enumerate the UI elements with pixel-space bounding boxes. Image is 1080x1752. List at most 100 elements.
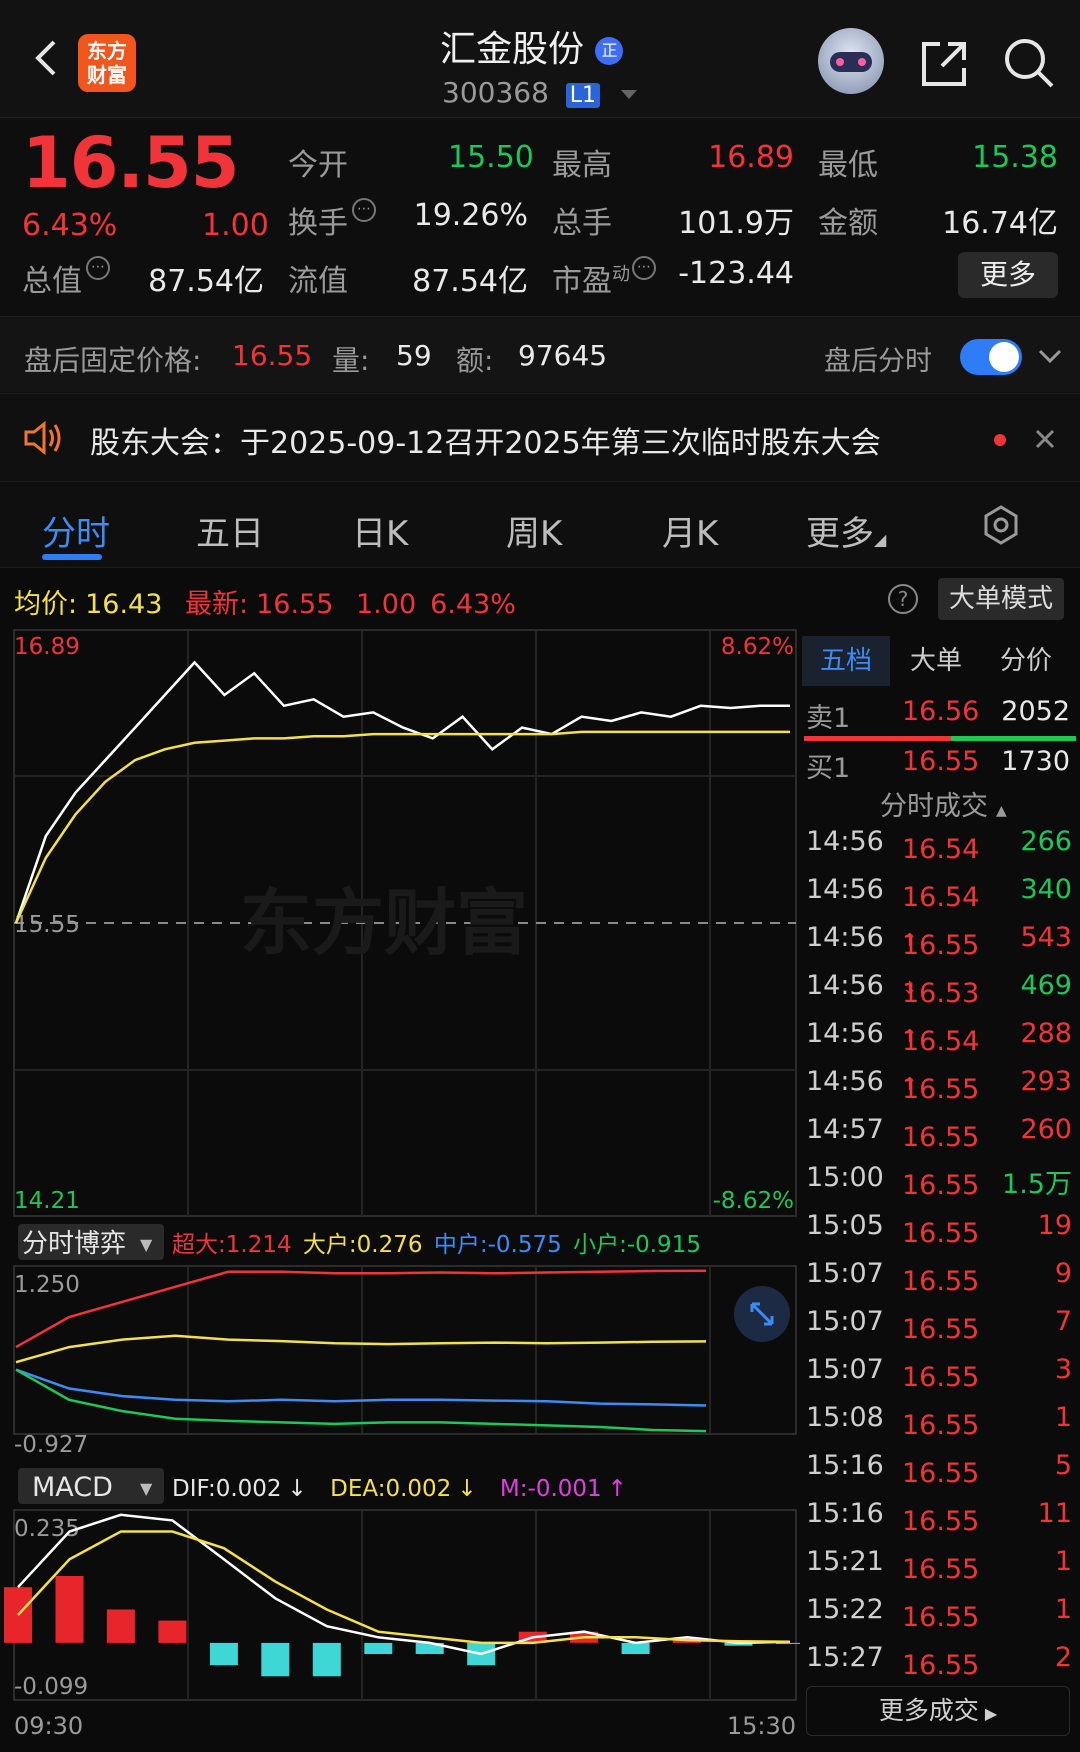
stock-name: 汇金股份 正	[440, 20, 624, 72]
trade-volume: 5	[1054, 1450, 1072, 1481]
svg-text:▼: ▼	[140, 1479, 153, 1498]
tab-five-day[interactable]: 五日	[196, 506, 264, 555]
trade-volume: 1	[1054, 1402, 1072, 1433]
tab-daily-k[interactable]: 日K	[352, 506, 408, 555]
trade-time: 15:27	[806, 1642, 884, 1673]
trade-time: 15:07	[806, 1258, 884, 1289]
back-icon[interactable]	[30, 38, 60, 78]
stock-code-row: 300368 L1	[442, 76, 637, 109]
chart-info-bar: 均价: 16.43 最新: 16.55 1.00 6.43% ? 大单模式	[0, 572, 1080, 628]
turnover-label: 换手 ⋯	[288, 198, 376, 242]
watermark: 东方财富	[240, 881, 528, 965]
order-book-tab-price[interactable]: 分价	[982, 636, 1070, 686]
notice-text: 股东大会：于2025-09-12召开2025年第三次临时股东大会	[90, 426, 881, 461]
trade-time: 15:08	[806, 1402, 884, 1433]
macd-bar	[55, 1576, 84, 1643]
svg-text:▼: ▼	[140, 1235, 153, 1254]
y-axis-bottom-label: 14.21	[14, 1188, 80, 1214]
float-cap-label: 流值	[288, 264, 348, 299]
trade-volume: 260	[1020, 1114, 1072, 1145]
trade-volume: 1	[1054, 1546, 1072, 1577]
after-hours-amt: 97645	[518, 339, 608, 372]
search-icon[interactable]	[1002, 36, 1056, 90]
macd-bar	[621, 1642, 650, 1654]
trade-volume: 7	[1054, 1306, 1072, 1337]
charts-area[interactable]: 东方财富 16.89 15.55 14.21 8.62% -8.62% 分时博弈…	[0, 628, 800, 1752]
macd-bar	[106, 1609, 135, 1643]
macd-bar	[364, 1642, 393, 1654]
verified-badge: 正	[595, 37, 624, 65]
trade-volume: 1	[1054, 1594, 1072, 1625]
trade-volume: 11	[1037, 1498, 1072, 1529]
trade-time: 15:00	[806, 1162, 884, 1193]
settings-icon[interactable]	[980, 504, 1022, 546]
trade-row: 14:56 16.54 340	[806, 874, 1072, 913]
y-axis-top-label: 16.89	[14, 634, 80, 660]
after-hours-toggle[interactable]	[960, 339, 1022, 375]
market-cap-value: 87.54亿	[148, 264, 264, 299]
tab-intraday[interactable]: 分时	[42, 506, 110, 555]
notice-bar[interactable]: 股东大会：于2025-09-12召开2025年第三次临时股东大会	[0, 394, 1080, 482]
high-value: 16.89	[708, 140, 794, 175]
buy-row: 买1 16.55 1730	[806, 746, 1070, 784]
price-chart: 东方财富 16.89 15.55 14.21 8.62% -8.62%	[13, 629, 797, 1217]
order-book-panel: 五档 大单 分价 卖1 16.56 2052 买1 16.55 1730 分时成…	[800, 628, 1080, 1752]
trade-time: 14:56	[806, 874, 884, 905]
tab-weekly-k[interactable]: 周K	[506, 506, 562, 555]
macd-legend: DIF:0.002 ↓ DEA:0.002 ↓ M:-0.001 ↑	[172, 1476, 627, 1502]
chevron-down-icon[interactable]	[620, 89, 637, 99]
macd-bar	[261, 1642, 290, 1677]
trade-volume: 469	[1020, 970, 1072, 1001]
tab-more[interactable]: 更多◢	[806, 506, 886, 555]
level-badge: L1	[565, 83, 601, 108]
time-axis-start: 09:30	[14, 1712, 83, 1740]
close-icon[interactable]	[1034, 428, 1056, 450]
info-icon[interactable]: ⋯	[86, 256, 110, 280]
tab-monthly-k[interactable]: 月K	[662, 506, 718, 555]
app-logo: 东方财富	[78, 34, 136, 92]
big-order-mode-button[interactable]: 大单模式	[938, 578, 1064, 620]
share-icon[interactable]	[918, 38, 970, 90]
volume-value: 101.9万	[678, 206, 794, 241]
help-icon[interactable]: ?	[888, 584, 918, 614]
sell-row: 卖1 16.56 2052	[806, 696, 1070, 734]
more-trades-button[interactable]: 更多成交 ▶	[806, 1686, 1070, 1736]
trade-row: 15:07 16.55 7	[806, 1306, 1072, 1345]
trade-time: 15:21	[806, 1546, 884, 1577]
trade-row: 15:08 16.55 1	[806, 1402, 1072, 1441]
trade-volume: 3	[1054, 1354, 1072, 1385]
robot-assistant-icon[interactable]	[818, 28, 884, 94]
trade-row: 15:07 16.55 9	[806, 1258, 1072, 1297]
trade-volume: 340	[1020, 874, 1072, 905]
trade-time: 14:57	[806, 1114, 884, 1145]
trade-volume: 543	[1020, 922, 1072, 953]
market-cap-label: 总值 ⋯	[22, 256, 110, 300]
trade-time: 15:16	[806, 1450, 884, 1481]
trade-volume: 288	[1020, 1018, 1072, 1049]
more-quote-button[interactable]: 更多	[958, 252, 1058, 298]
change-pct: 6.43%	[22, 208, 118, 243]
turnover-value: 19.26%	[413, 198, 528, 233]
info-icon[interactable]: ⋯	[632, 256, 656, 280]
trade-volume: 266	[1020, 826, 1072, 857]
order-book-tab-big[interactable]: 大单	[892, 636, 980, 686]
chart-tabs: 分时 五日 日K 周K 月K 更多◢	[0, 482, 1080, 568]
trade-row: 14:56 16.53 ↓ 469	[806, 970, 1072, 1009]
trade-row: 15:16 16.55 5	[806, 1450, 1072, 1489]
info-icon[interactable]: ⋯	[352, 198, 376, 222]
logo-text: 东方财富	[87, 39, 127, 87]
after-hours-price: 16.55	[232, 339, 313, 372]
after-hours-vol-label: 量:	[332, 344, 370, 377]
volume-label: 总手	[552, 206, 612, 241]
unread-dot	[994, 434, 1006, 446]
trade-time: 14:56	[806, 1018, 884, 1049]
open-value: 15.50	[448, 140, 534, 175]
trade-row: 15:07 16.55 3	[806, 1354, 1072, 1393]
order-book-tab-five[interactable]: 五档	[802, 636, 890, 686]
trade-time: 15:07	[806, 1354, 884, 1385]
svg-text:-0.927: -0.927	[14, 1432, 88, 1458]
chevron-down-icon[interactable]	[1036, 345, 1064, 369]
trade-time: 15:05	[806, 1210, 884, 1241]
trade-time: 14:56	[806, 970, 884, 1001]
time-axis-end: 15:30	[727, 1712, 796, 1740]
